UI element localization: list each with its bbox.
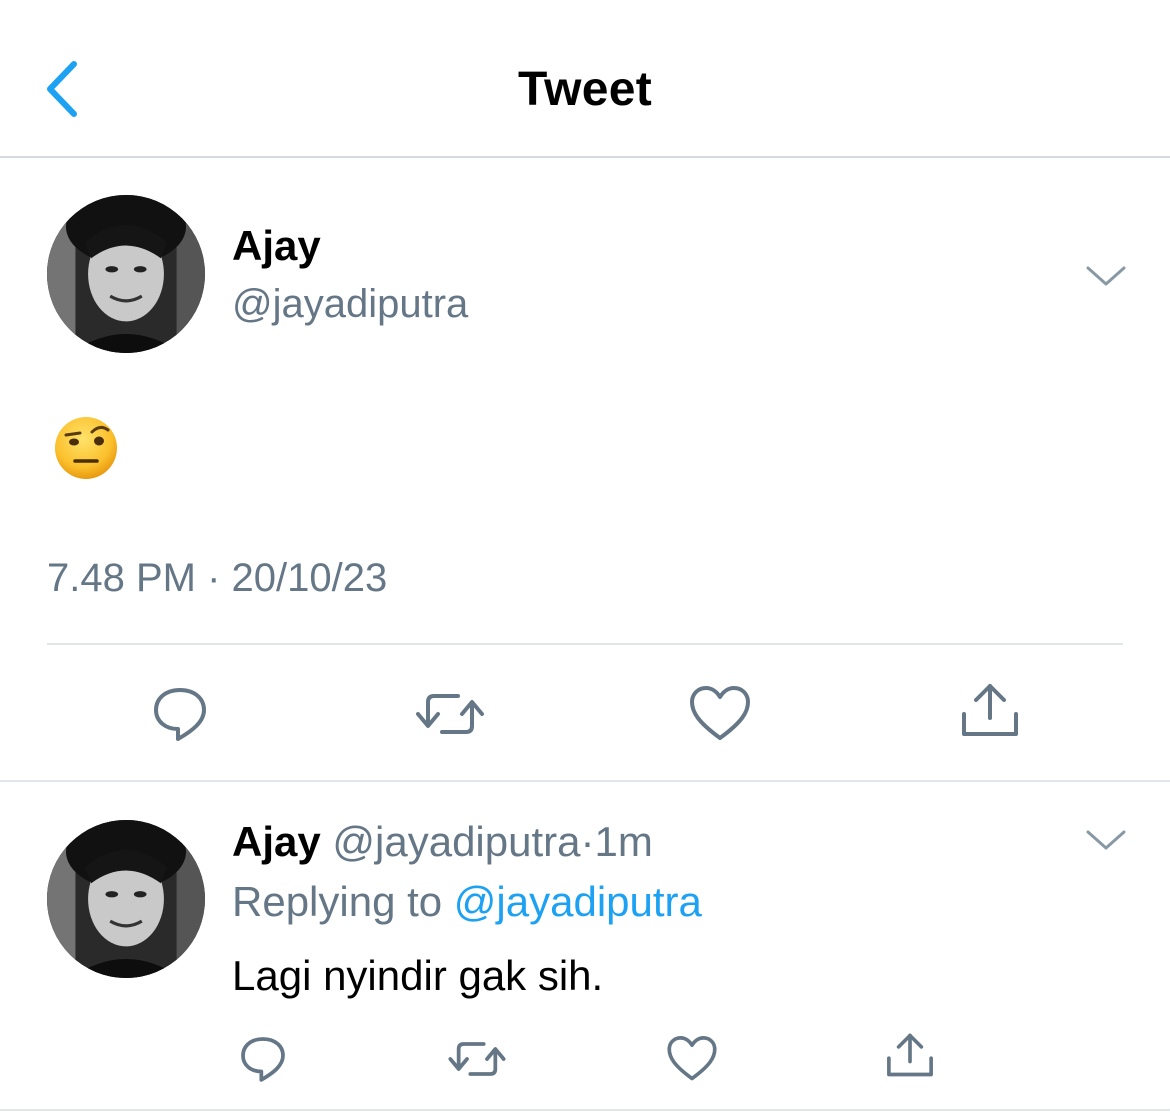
- tweet-options-button[interactable]: [1084, 262, 1128, 290]
- reply-header: Ajay @jayadiputra·1m: [232, 818, 653, 866]
- retweet-button[interactable]: [447, 1034, 507, 1089]
- share-button[interactable]: [958, 680, 1022, 745]
- reply-dot: ·: [580, 818, 595, 865]
- avatar[interactable]: [47, 820, 205, 978]
- avatar[interactable]: [47, 195, 205, 353]
- divider: [47, 643, 1123, 645]
- reply-time: 1m: [594, 818, 653, 865]
- page-title: Tweet: [518, 63, 652, 116]
- tweet-detail-screen: Tweet Ajay @jayadiputra 7.48 PM · 20/10/…: [0, 0, 1170, 1113]
- reply-author-name[interactable]: Ajay: [232, 818, 321, 865]
- tweet-date: 20/10/23: [231, 556, 388, 600]
- tweet-time: 7.48 PM: [47, 556, 196, 600]
- reply-icon: [241, 1037, 285, 1082]
- share-icon: [887, 1033, 933, 1077]
- retweet-icon: [416, 694, 484, 734]
- reply-author-handle[interactable]: @jayadiputra: [332, 818, 580, 865]
- retweet-button[interactable]: [414, 684, 486, 749]
- nav-header: Tweet: [0, 0, 1170, 158]
- share-icon: [962, 684, 1018, 736]
- tweet-author-handle[interactable]: @jayadiputra: [232, 282, 468, 327]
- retweet-icon: [448, 1042, 506, 1076]
- like-button[interactable]: [666, 1034, 718, 1089]
- heart-icon: [690, 686, 750, 740]
- reply-button[interactable]: [150, 684, 210, 749]
- chevron-down-icon: [1086, 830, 1126, 850]
- replying-to-label: Replying to: [232, 878, 443, 925]
- divider: [0, 1109, 1170, 1111]
- replying-to: Replying to @jayadiputra: [232, 878, 702, 926]
- replying-to-mention[interactable]: @jayadiputra: [454, 878, 702, 925]
- reply-options-button[interactable]: [1084, 826, 1128, 854]
- face-with-raised-eyebrow-icon: [50, 410, 122, 482]
- chevron-down-icon: [1086, 266, 1126, 286]
- share-button[interactable]: [884, 1030, 936, 1085]
- reply-text: Lagi nyindir gak sih.: [232, 952, 604, 999]
- tweet-timestamp: 7.48 PM · 20/10/23: [47, 556, 387, 601]
- reply-icon: [154, 688, 206, 741]
- like-button[interactable]: [688, 684, 752, 749]
- heart-icon: [667, 1036, 717, 1081]
- meta-separator: ·: [207, 556, 221, 600]
- reply-button[interactable]: [238, 1034, 288, 1089]
- divider: [0, 780, 1170, 782]
- tweet-author-name[interactable]: Ajay: [232, 222, 321, 270]
